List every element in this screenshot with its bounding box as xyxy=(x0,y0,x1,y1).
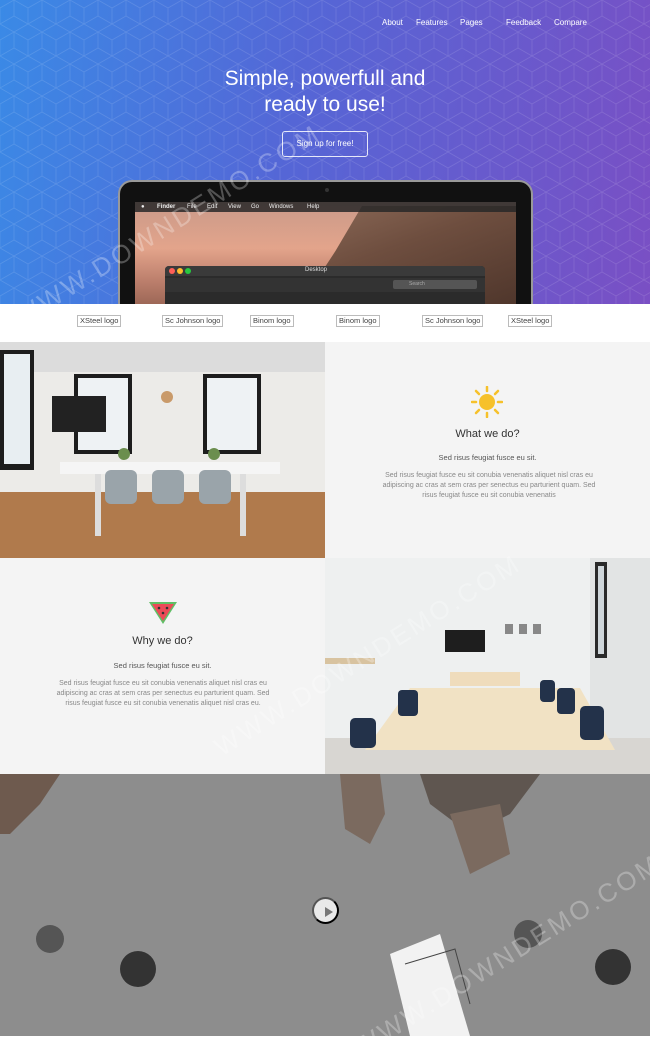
laptop-mockup: ● Finder File Edit View Go Windows Help … xyxy=(118,180,533,304)
conference-room-image xyxy=(325,558,650,774)
close-dot-icon xyxy=(169,268,175,274)
watermelon-icon xyxy=(149,602,177,624)
mac-menubar: ● Finder File Edit View Go Windows Help xyxy=(135,202,516,212)
logo-xsteel: XSteel logo xyxy=(508,315,553,327)
zoom-dot-icon xyxy=(185,268,191,274)
logo-sc-johnson: Sc Johnson logo xyxy=(162,315,224,327)
menu-help: Help xyxy=(307,204,320,210)
finder-window: Desktop Search xyxy=(165,266,485,304)
laptop-screen: ● Finder File Edit View Go Windows Help … xyxy=(135,202,516,304)
menu-view: View xyxy=(228,204,241,210)
hero-headline: Simple, powerfull and ready to use! xyxy=(0,66,650,118)
office-photo-2 xyxy=(325,558,650,774)
nav-about[interactable]: About xyxy=(382,18,403,27)
nav-features[interactable]: Features xyxy=(416,18,448,27)
sun-icon xyxy=(471,386,503,418)
logo-binom: Binom logo xyxy=(336,315,380,327)
nav-feedback[interactable]: Feedback xyxy=(506,18,541,27)
laptop-camera xyxy=(325,188,329,192)
feature-subtitle-why: Sed risus feugiat fusce eu sit. xyxy=(113,661,212,670)
finder-search: Search xyxy=(393,280,477,289)
play-button[interactable] xyxy=(312,897,339,924)
feature-title-what: What we do? xyxy=(455,428,520,440)
logo-binom: Binom logo xyxy=(250,315,294,327)
signup-button[interactable]: Sign up for free! xyxy=(282,131,368,157)
top-nav: About Features Pages Feedback Compare xyxy=(0,18,650,32)
menu-edit: Edit xyxy=(207,204,218,210)
feature-body-why: Sed risus feugiat fusce eu sit conubia v… xyxy=(56,680,270,707)
apple-icon: ● xyxy=(141,204,145,210)
logo-xsteel: XSteel logo xyxy=(77,315,122,327)
finder-titlebar: Desktop xyxy=(165,266,485,276)
meeting-room-image xyxy=(0,342,325,558)
menu-windows: Windows xyxy=(269,204,294,210)
logo-sc-johnson: Sc Johnson logo xyxy=(422,315,484,327)
menu-file: File xyxy=(187,204,197,210)
menu-finder: Finder xyxy=(157,204,176,210)
logo-strip: XSteel logo Sc Johnson logo Binom logo B… xyxy=(0,304,650,342)
hero-section: About Features Pages Feedback Compare Si… xyxy=(0,0,650,304)
feature-card-what: What we do? Sed risus feugiat fusce eu s… xyxy=(325,342,650,558)
nav-compare[interactable]: Compare xyxy=(554,18,587,27)
finder-title: Desktop xyxy=(305,267,328,273)
hero-headline-line1: Simple, powerfull and xyxy=(224,67,426,90)
feature-card-why: Why we do? Sed risus feugiat fusce eu si… xyxy=(0,558,325,774)
feature-title-why: Why we do? xyxy=(132,635,193,647)
menu-go: Go xyxy=(251,204,260,210)
office-photo-1 xyxy=(0,342,325,558)
feature-body-what: Sed risus feugiat fusce eu sit conubia v… xyxy=(382,472,596,499)
nav-pages[interactable]: Pages xyxy=(460,18,483,27)
feature-subtitle-what: Sed risus feugiat fusce eu sit. xyxy=(438,453,537,462)
hero-headline-line2: ready to use! xyxy=(264,93,386,116)
minimize-dot-icon xyxy=(177,268,183,274)
